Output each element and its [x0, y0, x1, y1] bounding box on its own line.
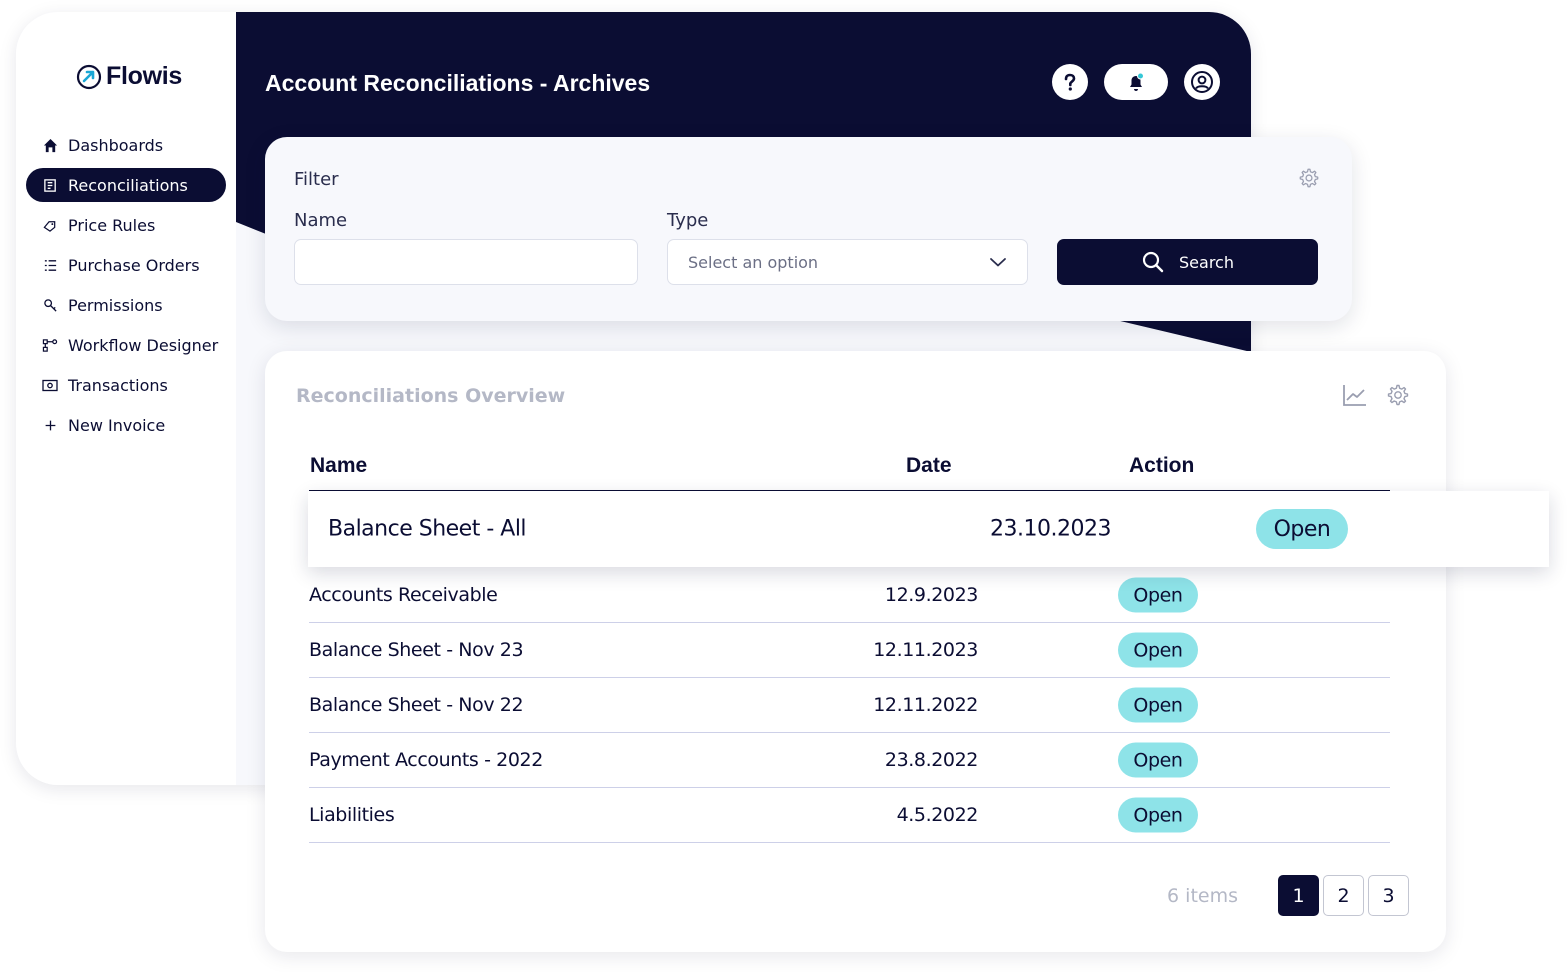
type-select-placeholder: Select an option: [688, 252, 819, 272]
sidebar-item-reconciliations[interactable]: Reconciliations: [26, 168, 226, 202]
table-row[interactable]: Accounts Receivable 12.9.2023 Open: [309, 568, 1390, 623]
pagination: 6 items 1 2 3: [1167, 875, 1409, 916]
reconciliations-overview-panel: Reconciliations Overview Name Date Actio…: [265, 351, 1446, 952]
page-title: Account Reconciliations - Archives: [265, 70, 651, 96]
row-date: 12.9.2023: [884, 584, 979, 606]
bell-icon: [1130, 72, 1144, 91]
sidebar-item-label: Price Rules: [68, 215, 156, 235]
sidebar-item-label: Purchase Orders: [68, 255, 200, 275]
row-name: Balance Sheet - Nov 22: [309, 694, 524, 716]
sidebar-item-label: New Invoice: [68, 415, 166, 435]
search-icon: [1142, 251, 1164, 273]
list-icon: [42, 257, 58, 273]
open-button[interactable]: Open: [1256, 509, 1348, 549]
sidebar-nav: Dashboards Reconciliations Price Rules P…: [26, 128, 226, 448]
row-name: Payment Accounts - 2022: [309, 749, 543, 771]
sidebar-item-new-invoice[interactable]: New Invoice: [26, 408, 226, 442]
search-button-label: Search: [1179, 252, 1234, 272]
home-icon: [42, 137, 58, 153]
open-button[interactable]: Open: [1118, 742, 1198, 778]
workflow-icon: [42, 337, 58, 353]
filter-title: Filter: [294, 169, 339, 190]
open-button[interactable]: Open: [1118, 632, 1198, 668]
filter-panel: Filter Name Type Select an option Search: [265, 137, 1352, 321]
help-button[interactable]: [1052, 64, 1088, 100]
money-icon: [42, 377, 58, 393]
search-button[interactable]: Search: [1057, 239, 1318, 285]
sidebar-item-workflow-designer[interactable]: Workflow Designer: [26, 328, 226, 362]
row-date: 4.5.2022: [896, 804, 979, 826]
sidebar-item-label: Transactions: [68, 375, 168, 395]
table-row[interactable]: Balance Sheet - Nov 22 12.11.2022 Open: [309, 678, 1390, 733]
price-tag-icon: [42, 217, 58, 233]
gear-icon: [1299, 168, 1319, 188]
notifications-button[interactable]: [1104, 64, 1168, 100]
open-button[interactable]: Open: [1118, 577, 1198, 613]
row-date: 12.11.2023: [873, 639, 978, 661]
profile-button[interactable]: [1184, 64, 1220, 100]
table-row[interactable]: Liabilities 4.5.2022 Open: [309, 788, 1390, 843]
chevron-down-icon: [990, 258, 1006, 267]
sidebar-item-label: Permissions: [68, 295, 163, 315]
table-row[interactable]: Balance Sheet - Nov 23 12.11.2023 Open: [309, 623, 1390, 678]
type-select[interactable]: Select an option: [667, 239, 1028, 285]
row-name: Balance Sheet - All: [328, 516, 527, 542]
overview-settings-button[interactable]: [1386, 383, 1410, 411]
line-chart-icon: [1343, 385, 1366, 406]
filter-settings-button[interactable]: [1298, 167, 1320, 193]
sidebar-item-label: Dashboards: [68, 135, 164, 155]
flowis-logo-icon: [76, 64, 102, 89]
column-header-action: Action: [1129, 454, 1195, 477]
overview-title: Reconciliations Overview: [296, 385, 566, 407]
name-label: Name: [294, 210, 348, 231]
logo[interactable]: Flowis: [76, 62, 182, 91]
table-row[interactable]: Payment Accounts - 2022 23.8.2022 Open: [309, 733, 1390, 788]
overview-toolbar: [1342, 383, 1410, 411]
key-icon: [42, 297, 58, 313]
plus-icon: [42, 417, 58, 433]
column-header-name[interactable]: Name: [310, 454, 367, 478]
row-name: Balance Sheet - Nov 23: [309, 639, 524, 661]
question-icon: [1064, 73, 1076, 91]
page-button-1[interactable]: 1: [1278, 875, 1319, 916]
sidebar-item-dashboards[interactable]: Dashboards: [26, 128, 226, 162]
sidebar-item-permissions[interactable]: Permissions: [26, 288, 226, 322]
logo-text: Flowis: [106, 62, 182, 90]
sidebar: Flowis Dashboards Reconciliations Price …: [16, 12, 236, 785]
sidebar-item-label: Reconciliations: [68, 175, 188, 195]
chart-button[interactable]: [1342, 383, 1368, 411]
items-count: 6 items: [1167, 884, 1238, 907]
page-button-2[interactable]: 2: [1323, 875, 1364, 916]
row-date: 12.11.2022: [873, 694, 978, 716]
sidebar-item-price-rules[interactable]: Price Rules: [26, 208, 226, 242]
gear-icon: [1387, 384, 1409, 406]
page-button-3[interactable]: 3: [1368, 875, 1409, 916]
sidebar-item-label: Workflow Designer: [68, 335, 219, 355]
sidebar-item-purchase-orders[interactable]: Purchase Orders: [26, 248, 226, 282]
type-label: Type: [667, 210, 709, 231]
sidebar-item-transactions[interactable]: Transactions: [26, 368, 226, 402]
table-row-highlighted[interactable]: Balance Sheet - All 23.10.2023 Open: [308, 491, 1549, 567]
name-input[interactable]: [294, 239, 638, 285]
reconciliations-icon: [42, 177, 58, 193]
row-date: 23.10.2023: [990, 516, 1111, 542]
row-name: Liabilities: [309, 804, 395, 826]
row-date: 23.8.2022: [884, 749, 979, 771]
open-button[interactable]: Open: [1118, 687, 1198, 723]
column-header-date[interactable]: Date: [906, 454, 952, 478]
user-avatar-icon: [1191, 71, 1213, 93]
open-button[interactable]: Open: [1118, 797, 1198, 833]
row-name: Accounts Receivable: [309, 584, 498, 606]
